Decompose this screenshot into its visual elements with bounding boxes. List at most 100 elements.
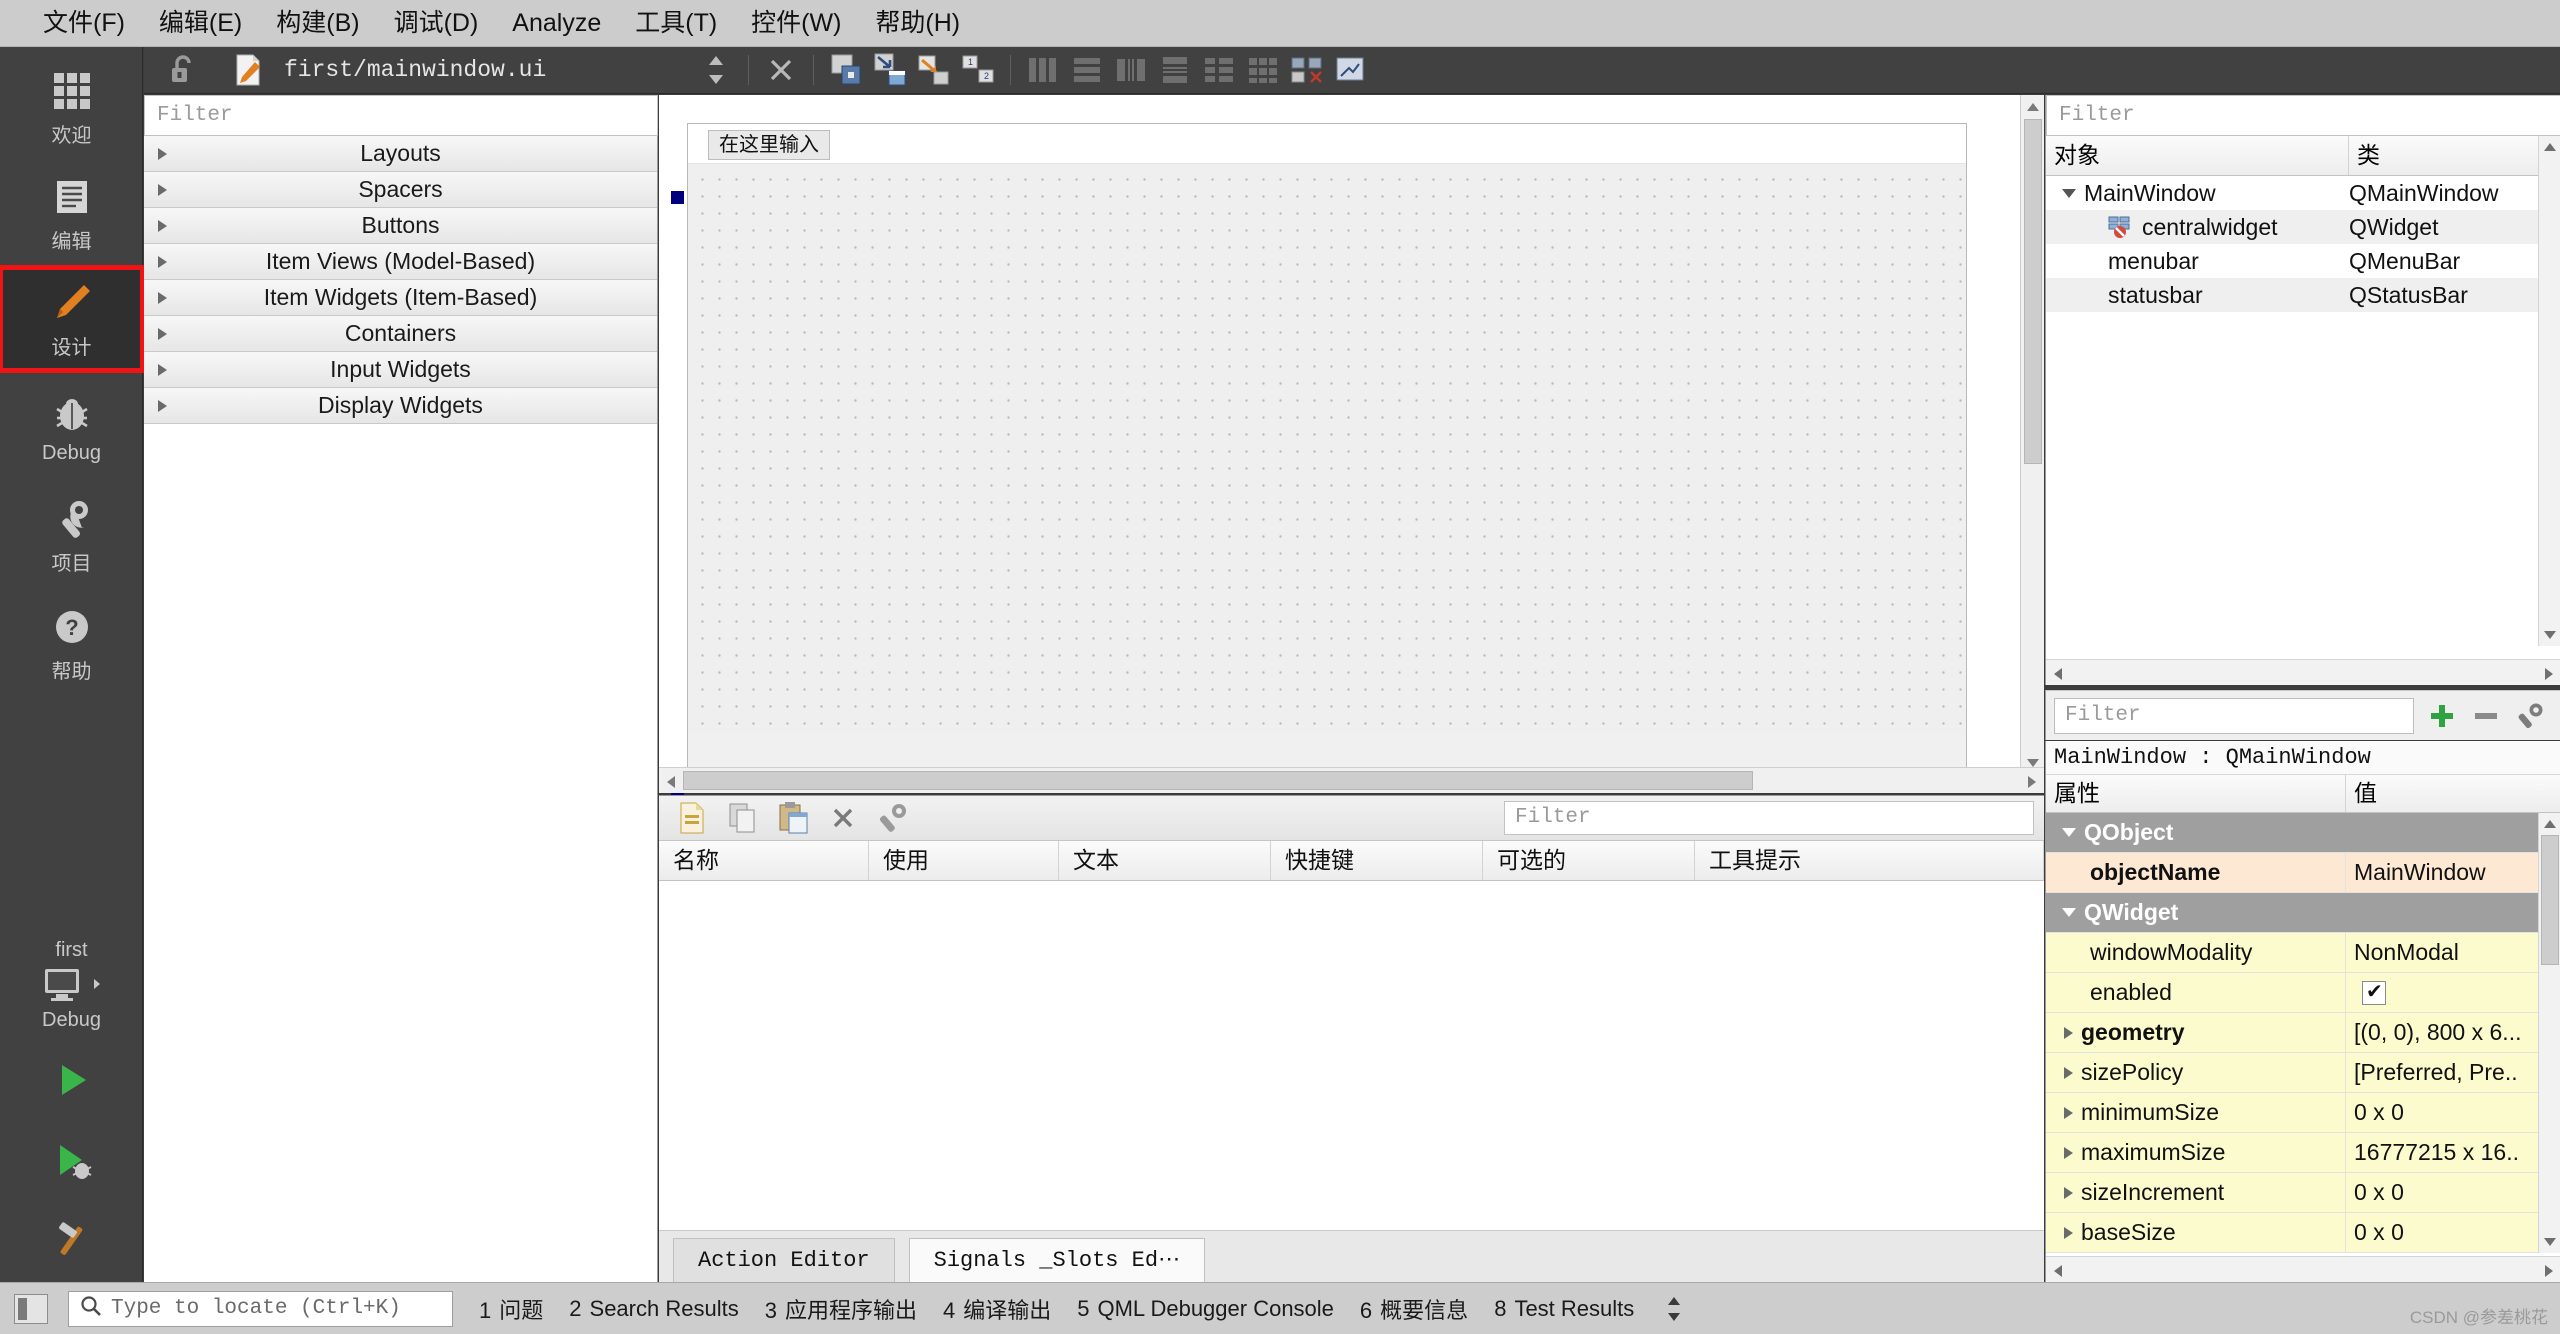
output-pane-test-results[interactable]: 8 Test Results: [1494, 1296, 1634, 1322]
unlocked-padlock-icon[interactable]: [160, 48, 204, 92]
property-row-sizeincrement[interactable]: sizeIncrement 0 x 0: [2046, 1173, 2560, 1213]
form-menubar[interactable]: 在这里输入: [688, 124, 1966, 164]
object-row-mainwindow[interactable]: MainWindow QMainWindow: [2046, 176, 2560, 210]
debug-button[interactable]: [0, 1122, 143, 1202]
output-pane-qml-debugger-console[interactable]: 5 QML Debugger Console: [1077, 1296, 1334, 1322]
output-pane-search-results[interactable]: 2 Search Results: [569, 1296, 738, 1322]
caret-down-icon[interactable]: [2062, 188, 2076, 198]
object-row-centralwidget[interactable]: centralwidget QWidget: [2046, 210, 2560, 244]
tab-signals-slots-editor[interactable]: Signals _Slots Ed⋯: [908, 1238, 1206, 1282]
column-header-property[interactable]: 属性: [2046, 775, 2346, 812]
menu-item-analyze[interactable]: Analyze: [495, 0, 618, 47]
widget-category-layouts[interactable]: Layouts: [144, 136, 657, 172]
widget-category-display-widgets[interactable]: Display Widgets: [144, 388, 657, 424]
scroll-up-arrow-icon[interactable]: [2544, 820, 2556, 828]
menu-item-debug[interactable]: 调试(D): [377, 0, 496, 47]
menu-item-help[interactable]: 帮助(H): [858, 0, 977, 47]
menu-item-window[interactable]: 控件(W): [734, 0, 858, 47]
split-vertical-icon[interactable]: [1153, 48, 1197, 92]
property-value[interactable]: [Preferred, Pre..: [2346, 1059, 2560, 1086]
property-row-windowmodality[interactable]: windowModality NonModal: [2046, 933, 2560, 973]
run-button[interactable]: [0, 1042, 143, 1122]
property-group-qobject[interactable]: QObject: [2046, 813, 2560, 853]
widget-box-filter-input[interactable]: Filter: [144, 95, 658, 136]
property-value[interactable]: 16777215 x 16..: [2346, 1139, 2560, 1166]
caret-right-icon[interactable]: [2064, 1186, 2073, 1199]
widget-category-item-widgets[interactable]: Item Widgets (Item-Based): [144, 280, 657, 316]
output-pane-compile-output[interactable]: 4 编译输出: [943, 1293, 1051, 1325]
widget-category-item-views[interactable]: Item Views (Model-Based): [144, 244, 657, 280]
new-action-icon[interactable]: [671, 796, 715, 840]
property-value[interactable]: 0 x 0: [2346, 1099, 2560, 1126]
minus-gray-icon[interactable]: [2464, 694, 2508, 738]
column-header-checkable[interactable]: 可选的: [1483, 841, 1695, 880]
close-x-icon[interactable]: [759, 48, 803, 92]
scroll-right-arrow-icon[interactable]: [2028, 776, 2036, 788]
column-header-class[interactable]: 类: [2349, 136, 2560, 175]
sidebar-toggle-icon[interactable]: [14, 1293, 48, 1324]
object-inspector-filter-input[interactable]: Filter: [2046, 95, 2560, 136]
form-preview-mainwindow[interactable]: 在这里输入: [687, 123, 1967, 793]
layout-horizontal-icon[interactable]: [1021, 48, 1065, 92]
layout-vertical-icon[interactable]: [1065, 48, 1109, 92]
scroll-left-arrow-icon[interactable]: [2054, 668, 2062, 680]
column-header-name[interactable]: 名称: [659, 841, 869, 880]
property-value[interactable]: 0 x 0: [2346, 1219, 2560, 1246]
property-row-objectname[interactable]: objectName MainWindow: [2046, 853, 2560, 893]
property-row-geometry[interactable]: geometry [(0, 0), 800 x 6...: [2046, 1013, 2560, 1053]
layout-grid-icon[interactable]: [1241, 48, 1285, 92]
open-file-path[interactable]: first/mainwindow.ui: [284, 57, 546, 83]
mode-help[interactable]: ? 帮助: [0, 591, 143, 695]
property-value[interactable]: [(0, 0), 800 x 6...: [2346, 1019, 2560, 1046]
delete-x-icon[interactable]: [821, 796, 865, 840]
caret-right-icon[interactable]: [2064, 1026, 2073, 1039]
property-row-enabled[interactable]: enabled: [2046, 973, 2560, 1013]
caret-down-icon[interactable]: [2062, 908, 2076, 917]
scroll-up-arrow-icon[interactable]: [2027, 103, 2039, 111]
property-value[interactable]: MainWindow: [2346, 859, 2560, 886]
mode-edit[interactable]: 编辑: [0, 161, 143, 265]
column-header-tooltip[interactable]: 工具提示: [1695, 841, 2044, 880]
object-inspector-vscrollbar[interactable]: [2538, 136, 2560, 646]
widget-category-containers[interactable]: Containers: [144, 316, 657, 352]
canvas-vscroll-thumb[interactable]: [2024, 119, 2042, 464]
property-filter-input[interactable]: Filter: [2054, 697, 2414, 734]
caret-right-icon[interactable]: [2064, 1066, 2073, 1079]
caret-right-icon[interactable]: [2064, 1106, 2073, 1119]
object-row-menubar[interactable]: menubar QMenuBar: [2046, 244, 2560, 278]
kit-project-name[interactable]: first: [0, 931, 143, 964]
action-editor-rows[interactable]: [659, 881, 2044, 1211]
caret-right-icon[interactable]: [2064, 1146, 2073, 1159]
mode-debug[interactable]: Debug: [0, 375, 143, 479]
property-row-sizepolicy[interactable]: sizePolicy [Preferred, Pre..: [2046, 1053, 2560, 1093]
property-value[interactable]: NonModal: [2346, 939, 2560, 966]
mode-welcome[interactable]: 欢迎: [0, 55, 143, 159]
updown-arrows-icon[interactable]: [694, 48, 738, 92]
mode-projects[interactable]: 项目: [0, 483, 143, 587]
property-editor-hscrollbar[interactable]: [2046, 1256, 2560, 1282]
scroll-down-arrow-icon[interactable]: [2544, 631, 2556, 639]
property-row-basesize[interactable]: baseSize 0 x 0: [2046, 1213, 2560, 1253]
wrench-icon[interactable]: [2508, 694, 2552, 738]
object-row-statusbar[interactable]: statusbar QStatusBar: [2046, 278, 2560, 312]
form-canvas-area[interactable]: 在这里输入: [659, 95, 2044, 805]
column-header-object[interactable]: 对象: [2046, 136, 2349, 175]
kit-selector[interactable]: [0, 964, 143, 1009]
locator-input[interactable]: Type to locate (Ctrl+K): [68, 1290, 453, 1327]
output-pane-expander-icon[interactable]: [1652, 1287, 1696, 1331]
menu-item-tools[interactable]: 工具(T): [618, 0, 734, 47]
property-editor-vscroll-thumb[interactable]: [2541, 835, 2559, 965]
canvas-vertical-scrollbar[interactable]: [2020, 95, 2044, 775]
widget-category-buttons[interactable]: Buttons: [144, 208, 657, 244]
break-layout-icon[interactable]: [1285, 48, 1329, 92]
layout-form-icon[interactable]: [1197, 48, 1241, 92]
property-group-qwidget[interactable]: QWidget: [2046, 893, 2560, 933]
scroll-left-arrow-icon[interactable]: [2054, 1265, 2062, 1277]
column-header-shortcut[interactable]: 快捷键: [1271, 841, 1483, 880]
split-horizontal-icon[interactable]: [1109, 48, 1153, 92]
scroll-down-arrow-icon[interactable]: [2027, 759, 2039, 767]
adjust-size-icon[interactable]: [1329, 48, 1373, 92]
caret-right-icon[interactable]: [2064, 1226, 2073, 1239]
tab-order-icon[interactable]: 1 2: [956, 48, 1000, 92]
copy-icon[interactable]: [721, 796, 765, 840]
